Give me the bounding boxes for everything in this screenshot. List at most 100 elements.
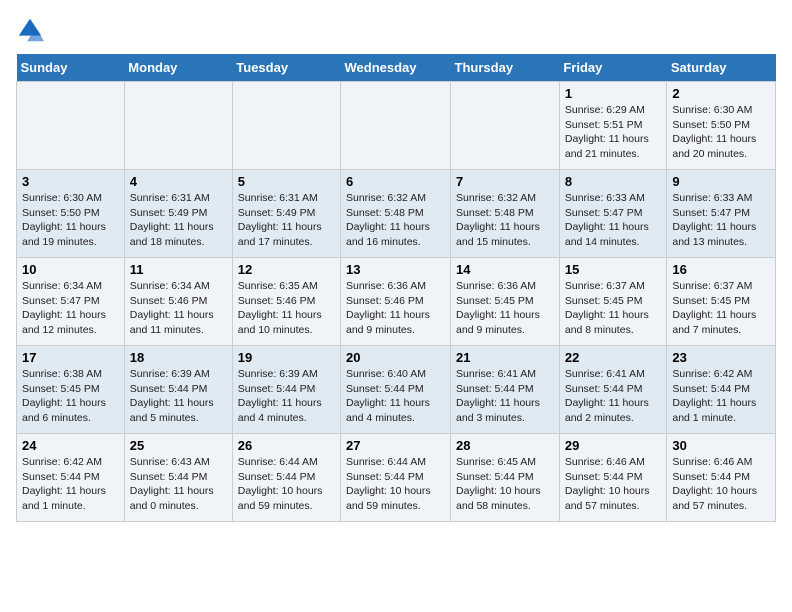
day-info: Sunrise: 6:44 AMSunset: 5:44 PMDaylight:…: [238, 455, 335, 514]
day-info: Sunrise: 6:43 AMSunset: 5:44 PMDaylight:…: [130, 455, 227, 514]
calendar-week-row: 17Sunrise: 6:38 AMSunset: 5:45 PMDayligh…: [17, 346, 776, 434]
day-number: 17: [22, 350, 119, 365]
weekday-header: Thursday: [451, 54, 560, 82]
day-number: 25: [130, 438, 227, 453]
day-info: Sunrise: 6:37 AMSunset: 5:45 PMDaylight:…: [565, 279, 662, 338]
day-number: 8: [565, 174, 662, 189]
calendar-cell: 10 Sunrise: 6:34 AMSunset: 5:47 PMDayligh…: [17, 258, 125, 346]
day-number: 20: [346, 350, 445, 365]
calendar-cell: 15 Sunrise: 6:37 AMSunset: 5:45 PMDayligh…: [559, 258, 667, 346]
day-info: Sunrise: 6:37 AMSunset: 5:45 PMDaylight:…: [672, 279, 770, 338]
calendar-cell: 14Sunrise: 6:36 AMSunset: 5:45 PMDayligh…: [451, 258, 560, 346]
day-info: Sunrise: 6:31 AMSunset: 5:49 PMDaylight:…: [130, 191, 227, 250]
day-number: 3: [22, 174, 119, 189]
calendar-cell: 4 Sunrise: 6:31 AMSunset: 5:49 PMDaylight…: [124, 170, 232, 258]
day-info: Sunrise: 6:34 AMSunset: 5:47 PMDaylight:…: [22, 279, 119, 338]
day-info: Sunrise: 6:32 AMSunset: 5:48 PMDaylight:…: [456, 191, 554, 250]
calendar-week-row: 10 Sunrise: 6:34 AMSunset: 5:47 PMDayligh…: [17, 258, 776, 346]
day-info: Sunrise: 6:30 AMSunset: 5:50 PMDaylight:…: [672, 103, 770, 162]
day-number: 28: [456, 438, 554, 453]
day-info: Sunrise: 6:46 AMSunset: 5:44 PMDaylight:…: [672, 455, 770, 514]
calendar-cell: [451, 82, 560, 170]
day-info: Sunrise: 6:33 AMSunset: 5:47 PMDaylight:…: [672, 191, 770, 250]
day-info: Sunrise: 6:42 AMSunset: 5:44 PMDaylight:…: [22, 455, 119, 514]
calendar-cell: 17Sunrise: 6:38 AMSunset: 5:45 PMDayligh…: [17, 346, 125, 434]
calendar-cell: 18Sunrise: 6:39 AMSunset: 5:44 PMDayligh…: [124, 346, 232, 434]
day-number: 30: [672, 438, 770, 453]
calendar-cell: [17, 82, 125, 170]
weekday-header: Saturday: [667, 54, 776, 82]
page-header: [16, 16, 776, 44]
calendar-cell: 2 Sunrise: 6:30 AMSunset: 5:50 PMDaylight…: [667, 82, 776, 170]
calendar-table: SundayMondayTuesdayWednesdayThursdayFrid…: [16, 54, 776, 522]
calendar-cell: [124, 82, 232, 170]
day-number: 22: [565, 350, 662, 365]
calendar-cell: 26 Sunrise: 6:44 AMSunset: 5:44 PMDayligh…: [232, 434, 340, 522]
day-number: 13: [346, 262, 445, 277]
weekday-header: Wednesday: [341, 54, 451, 82]
calendar-cell: 12 Sunrise: 6:35 AMSunset: 5:46 PMDayligh…: [232, 258, 340, 346]
weekday-header: Friday: [559, 54, 667, 82]
calendar-cell: 30 Sunrise: 6:46 AMSunset: 5:44 PMDayligh…: [667, 434, 776, 522]
day-number: 12: [238, 262, 335, 277]
calendar-cell: 1 Sunrise: 6:29 AMSunset: 5:51 PMDaylight…: [559, 82, 667, 170]
day-number: 23: [672, 350, 770, 365]
day-info: Sunrise: 6:39 AMSunset: 5:44 PMDaylight:…: [238, 367, 335, 426]
calendar-cell: 3 Sunrise: 6:30 AMSunset: 5:50 PMDaylight…: [17, 170, 125, 258]
day-info: Sunrise: 6:41 AMSunset: 5:44 PMDaylight:…: [456, 367, 554, 426]
calendar-cell: [341, 82, 451, 170]
calendar-cell: 5 Sunrise: 6:31 AMSunset: 5:49 PMDaylight…: [232, 170, 340, 258]
logo: [16, 16, 48, 44]
day-info: Sunrise: 6:35 AMSunset: 5:46 PMDaylight:…: [238, 279, 335, 338]
calendar-cell: 13 Sunrise: 6:36 AMSunset: 5:46 PMDayligh…: [341, 258, 451, 346]
calendar-cell: 27Sunrise: 6:44 AMSunset: 5:44 PMDayligh…: [341, 434, 451, 522]
day-number: 15: [565, 262, 662, 277]
day-number: 19: [238, 350, 335, 365]
day-info: Sunrise: 6:42 AMSunset: 5:44 PMDaylight:…: [672, 367, 770, 426]
day-number: 4: [130, 174, 227, 189]
calendar-week-row: 24 Sunrise: 6:42 AMSunset: 5:44 PMDayligh…: [17, 434, 776, 522]
day-number: 7: [456, 174, 554, 189]
day-info: Sunrise: 6:31 AMSunset: 5:49 PMDaylight:…: [238, 191, 335, 250]
calendar-cell: 19 Sunrise: 6:39 AMSunset: 5:44 PMDayligh…: [232, 346, 340, 434]
calendar-cell: 8 Sunrise: 6:33 AMSunset: 5:47 PMDaylight…: [559, 170, 667, 258]
day-number: 9: [672, 174, 770, 189]
day-info: Sunrise: 6:40 AMSunset: 5:44 PMDaylight:…: [346, 367, 445, 426]
calendar-cell: [232, 82, 340, 170]
day-info: Sunrise: 6:36 AMSunset: 5:45 PMDaylight:…: [456, 279, 554, 338]
day-number: 5: [238, 174, 335, 189]
calendar-cell: 29Sunrise: 6:46 AMSunset: 5:44 PMDayligh…: [559, 434, 667, 522]
calendar-cell: 23 Sunrise: 6:42 AMSunset: 5:44 PMDayligh…: [667, 346, 776, 434]
day-number: 6: [346, 174, 445, 189]
calendar-week-row: 1 Sunrise: 6:29 AMSunset: 5:51 PMDaylight…: [17, 82, 776, 170]
calendar-cell: 22Sunrise: 6:41 AMSunset: 5:44 PMDayligh…: [559, 346, 667, 434]
calendar-cell: 6 Sunrise: 6:32 AMSunset: 5:48 PMDaylight…: [341, 170, 451, 258]
day-number: 2: [672, 86, 770, 101]
day-info: Sunrise: 6:36 AMSunset: 5:46 PMDaylight:…: [346, 279, 445, 338]
day-info: Sunrise: 6:29 AMSunset: 5:51 PMDaylight:…: [565, 103, 662, 162]
day-info: Sunrise: 6:30 AMSunset: 5:50 PMDaylight:…: [22, 191, 119, 250]
weekday-header: Monday: [124, 54, 232, 82]
day-number: 18: [130, 350, 227, 365]
calendar-cell: 21 Sunrise: 6:41 AMSunset: 5:44 PMDayligh…: [451, 346, 560, 434]
calendar-cell: 20 Sunrise: 6:40 AMSunset: 5:44 PMDayligh…: [341, 346, 451, 434]
day-number: 26: [238, 438, 335, 453]
calendar-cell: 24 Sunrise: 6:42 AMSunset: 5:44 PMDayligh…: [17, 434, 125, 522]
day-number: 10: [22, 262, 119, 277]
calendar-cell: 28 Sunrise: 6:45 AMSunset: 5:44 PMDayligh…: [451, 434, 560, 522]
calendar-cell: 16 Sunrise: 6:37 AMSunset: 5:45 PMDayligh…: [667, 258, 776, 346]
day-info: Sunrise: 6:44 AMSunset: 5:44 PMDaylight:…: [346, 455, 445, 514]
day-number: 21: [456, 350, 554, 365]
calendar-week-row: 3 Sunrise: 6:30 AMSunset: 5:50 PMDaylight…: [17, 170, 776, 258]
day-number: 11: [130, 262, 227, 277]
day-info: Sunrise: 6:46 AMSunset: 5:44 PMDaylight:…: [565, 455, 662, 514]
day-number: 24: [22, 438, 119, 453]
day-info: Sunrise: 6:45 AMSunset: 5:44 PMDaylight:…: [456, 455, 554, 514]
day-number: 16: [672, 262, 770, 277]
day-info: Sunrise: 6:33 AMSunset: 5:47 PMDaylight:…: [565, 191, 662, 250]
day-info: Sunrise: 6:34 AMSunset: 5:46 PMDaylight:…: [130, 279, 227, 338]
calendar-cell: 11 Sunrise: 6:34 AMSunset: 5:46 PMDayligh…: [124, 258, 232, 346]
day-info: Sunrise: 6:32 AMSunset: 5:48 PMDaylight:…: [346, 191, 445, 250]
day-number: 1: [565, 86, 662, 101]
weekday-header: Tuesday: [232, 54, 340, 82]
